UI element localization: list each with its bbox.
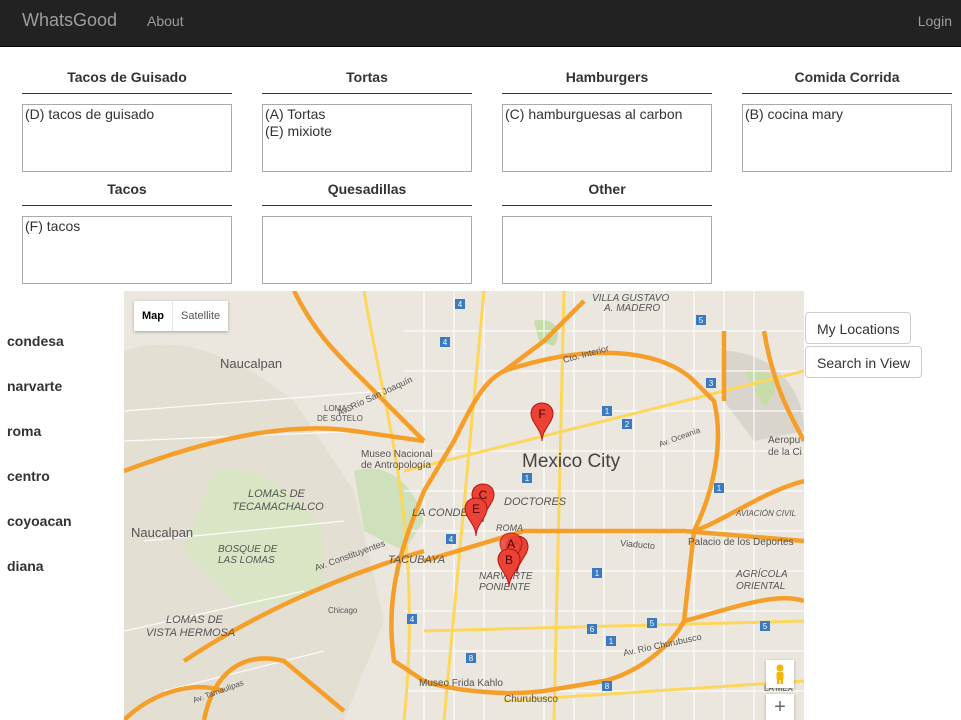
divider bbox=[502, 205, 712, 206]
label-churubusco: Churubusco bbox=[504, 694, 558, 705]
svg-text:4: 4 bbox=[443, 338, 448, 347]
category-list[interactable]: (B) cocina mary bbox=[742, 104, 952, 172]
svg-text:1: 1 bbox=[609, 637, 614, 646]
label-aviacion-civil: AVIACIÓN CIVIL bbox=[735, 509, 796, 518]
divider bbox=[742, 93, 952, 94]
label-roma: ROMA bbox=[496, 523, 523, 533]
category-hamburgers: Hamburgers (C) hamburguesas al carbon bbox=[502, 68, 712, 172]
neighborhood-condesa[interactable]: condesa bbox=[7, 333, 72, 378]
svg-text:1: 1 bbox=[717, 484, 722, 493]
svg-text:4: 4 bbox=[410, 615, 415, 624]
neighborhood-roma[interactable]: roma bbox=[7, 423, 72, 468]
neighborhood-diana[interactable]: diana bbox=[7, 558, 72, 603]
navbar: WhatsGood About Login bbox=[0, 0, 961, 47]
divider bbox=[262, 205, 472, 206]
divider bbox=[22, 93, 232, 94]
neighborhood-coyoacan[interactable]: coyoacan bbox=[7, 513, 72, 558]
label-museo-antropologia: de Antropología bbox=[361, 460, 431, 471]
zoom-in-button[interactable]: + bbox=[766, 694, 794, 720]
svg-text:5: 5 bbox=[699, 316, 704, 325]
label-viaducto: Viaducto bbox=[620, 538, 656, 551]
category-list[interactable] bbox=[502, 216, 712, 284]
divider bbox=[22, 205, 232, 206]
category-list[interactable]: (C) hamburguesas al carbon bbox=[502, 104, 712, 172]
label-frida-kahlo: Museo Frida Kahlo bbox=[419, 678, 503, 689]
neighborhood-centro[interactable]: centro bbox=[7, 468, 72, 513]
label-av-rio-san-joaquin: Av. Río San Joaquín bbox=[336, 374, 414, 418]
label-naucalpan: Naucalpan bbox=[131, 525, 193, 540]
divider bbox=[502, 93, 712, 94]
svg-text:B: B bbox=[505, 553, 513, 567]
category-tacos-de-guisado: Tacos de Guisado (D) tacos de guisado bbox=[22, 68, 232, 172]
category-list[interactable]: (F) tacos bbox=[22, 216, 232, 284]
svg-text:6: 6 bbox=[590, 625, 595, 634]
category-other: Other bbox=[502, 180, 712, 284]
svg-text:1: 1 bbox=[525, 474, 530, 483]
map[interactable]: 4 4 1 2 1 4 1 6 5 1 8 8 3 5 1 5 4 Naucal… bbox=[124, 291, 804, 720]
label-agricola: ORIENTAL bbox=[736, 581, 785, 592]
svg-text:8: 8 bbox=[605, 682, 610, 691]
map-type-control: Map Satellite bbox=[134, 301, 229, 331]
label-doctores: DOCTORES bbox=[504, 496, 567, 508]
map-type-map-button[interactable]: Map bbox=[134, 301, 173, 331]
category-tacos: Tacos (F) tacos bbox=[22, 180, 232, 284]
label-mexico-city: Mexico City bbox=[522, 451, 621, 472]
svg-text:1: 1 bbox=[595, 569, 600, 578]
category-list[interactable] bbox=[262, 216, 472, 284]
category-title: Quesadillas bbox=[327, 181, 407, 197]
divider bbox=[262, 93, 472, 94]
label-lomas-tecamachalco: LOMAS DE bbox=[248, 488, 306, 500]
label-agricola: AGRÍCOLA bbox=[735, 567, 788, 580]
svg-text:3: 3 bbox=[709, 379, 714, 388]
category-list[interactable]: (D) tacos de guisado bbox=[22, 104, 232, 172]
label-narvarte: PONIENTE bbox=[479, 582, 530, 593]
category-list[interactable]: (A) Tortas (E) mixiote bbox=[262, 104, 472, 172]
label-bosque-lomas: LAS LOMAS bbox=[218, 555, 275, 566]
category-title: Comida Corrida bbox=[794, 69, 900, 85]
category-title: Tacos bbox=[107, 181, 147, 197]
category-tortas: Tortas (A) Tortas (E) mixiote bbox=[262, 68, 472, 172]
label-lomas-vista-hermosa: LOMAS DE bbox=[166, 614, 224, 626]
svg-text:E: E bbox=[472, 502, 480, 516]
label-lomas-tecamachalco: TECAMACHALCO bbox=[232, 501, 324, 513]
svg-text:4: 4 bbox=[449, 535, 454, 544]
category-title: Tortas bbox=[346, 69, 388, 85]
label-aeropuerto: de la Ci bbox=[768, 447, 802, 458]
neighborhood-narvarte[interactable]: narvarte bbox=[7, 378, 72, 423]
label-villa-gustavo: A. MADERO bbox=[603, 303, 660, 314]
svg-text:8: 8 bbox=[469, 654, 474, 663]
label-chicago: Chicago bbox=[328, 606, 358, 615]
label-tacubaya: TACUBAYA bbox=[388, 554, 445, 566]
svg-text:4: 4 bbox=[458, 300, 463, 309]
neighborhood-list: condesa narvarte roma centro coyoacan di… bbox=[7, 333, 72, 603]
label-naucalpan: Naucalpan bbox=[220, 356, 282, 371]
svg-text:2: 2 bbox=[625, 420, 630, 429]
map-type-satellite-button[interactable]: Satellite bbox=[173, 301, 228, 331]
search-in-view-button[interactable]: Search in View bbox=[805, 346, 923, 378]
brand-link[interactable]: WhatsGood bbox=[22, 10, 117, 31]
my-locations-button[interactable]: My Locations bbox=[805, 312, 912, 344]
map-canvas: 4 4 1 2 1 4 1 6 5 1 8 8 3 5 1 5 4 Naucal… bbox=[124, 291, 804, 720]
svg-text:5: 5 bbox=[763, 622, 768, 631]
label-lomas-vista-hermosa: VISTA HERMOSA bbox=[146, 627, 235, 639]
svg-text:5: 5 bbox=[650, 619, 655, 628]
category-title: Tacos de Guisado bbox=[67, 69, 187, 85]
nav-about-link[interactable]: About bbox=[147, 13, 184, 29]
svg-text:F: F bbox=[538, 407, 545, 421]
category-quesadillas: Quesadillas bbox=[262, 180, 472, 284]
label-palacio-deportes: Palacio de los Deportes bbox=[688, 537, 794, 548]
category-comida-corrida: Comida Corrida (B) cocina mary bbox=[742, 68, 952, 172]
nav-login-link[interactable]: Login bbox=[918, 13, 952, 29]
label-museo-antropologia: Museo Nacional bbox=[361, 449, 433, 460]
label-cto-interior: Cto. Interior bbox=[562, 343, 610, 365]
svg-text:1: 1 bbox=[605, 407, 610, 416]
label-bosque-lomas: BOSQUE DE bbox=[218, 544, 278, 555]
label-aeropuerto: Aeropu bbox=[768, 435, 800, 446]
pegman-icon[interactable] bbox=[766, 660, 794, 688]
category-title: Hamburgers bbox=[565, 69, 649, 85]
category-title: Other bbox=[588, 181, 626, 197]
